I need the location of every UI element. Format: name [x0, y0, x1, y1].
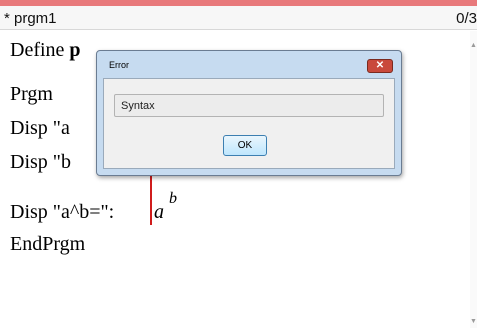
document-title: * prgm1 [4, 10, 57, 27]
close-icon: ✕ [375, 60, 385, 71]
scroll-up-icon[interactable]: ▲ [470, 42, 477, 50]
error-message-field: Syntax [114, 94, 384, 117]
error-dialog: Error ✕ Syntax OK [96, 50, 402, 176]
code-line-endprgm[interactable]: EndPrgm [10, 233, 85, 256]
code-line-define[interactable]: Define p [10, 39, 81, 62]
vertical-scrollbar[interactable]: ▲ ▼ [470, 31, 477, 328]
program-name-fragment: p [69, 39, 81, 61]
code-line-disp-power[interactable]: Disp "a^b=": [10, 201, 114, 224]
text-cursor [150, 173, 152, 225]
code-line-disp-a[interactable]: Disp "a [10, 117, 70, 140]
close-button[interactable]: ✕ [367, 59, 393, 73]
document-title-bar: * prgm1 0/3 [0, 6, 477, 30]
dialog-body: Syntax OK [103, 78, 395, 169]
page-counter: 0/3 [456, 10, 477, 27]
code-line-disp-b[interactable]: Disp "b [10, 151, 71, 174]
ok-button[interactable]: OK [223, 135, 267, 156]
dialog-title: Error [109, 60, 129, 70]
math-base: a [154, 201, 164, 223]
scroll-down-icon[interactable]: ▼ [470, 318, 477, 326]
math-exponent: b [169, 190, 177, 207]
code-line-prgm[interactable]: Prgm [10, 83, 53, 106]
